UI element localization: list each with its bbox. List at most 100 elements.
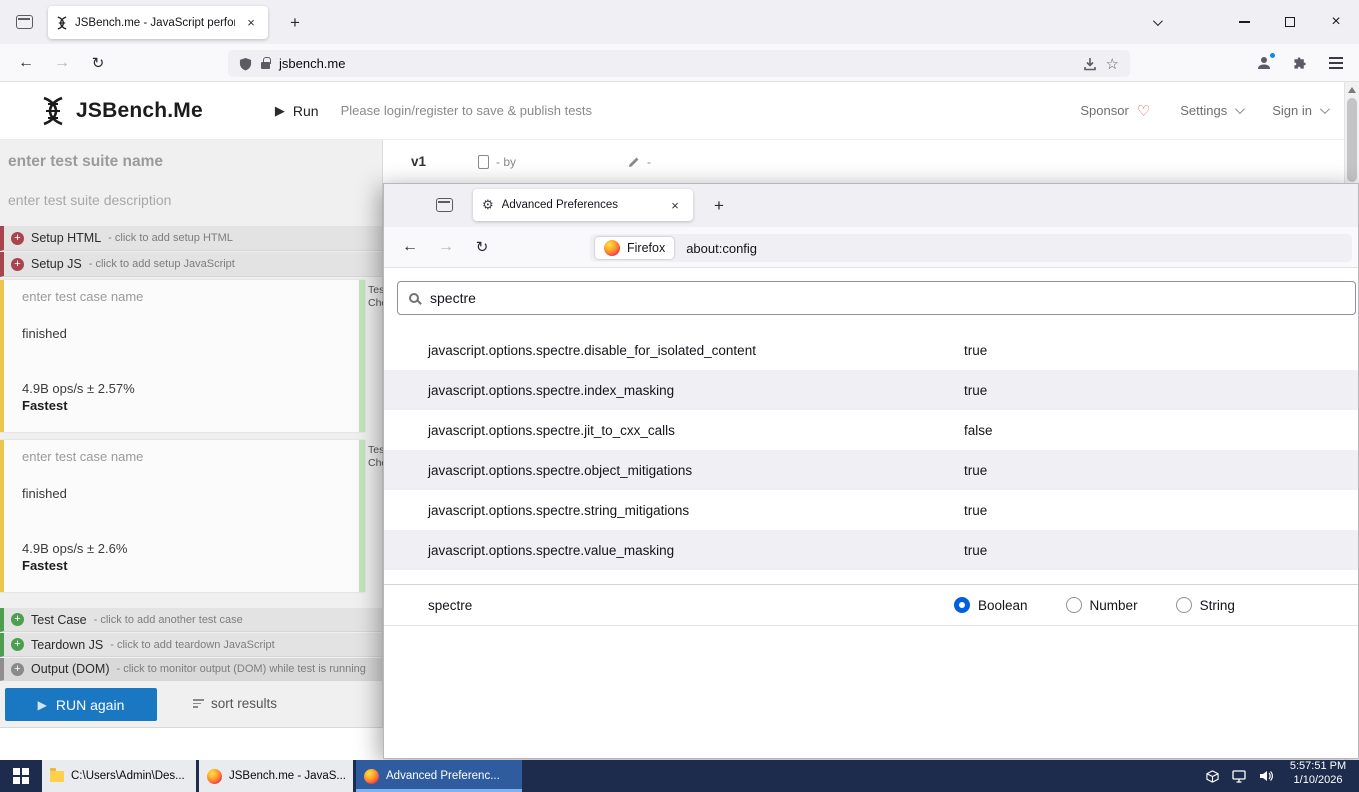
pref-row[interactable]: javascript.options.spectre.object_mitiga… (384, 450, 1358, 490)
sort-results-button[interactable]: sort results (193, 696, 277, 711)
run-again-button[interactable]: ▶ RUN again (5, 688, 157, 721)
add-icon: + (11, 613, 24, 626)
new-tab-button[interactable]: + (282, 10, 308, 36)
forward-button[interactable]: → (46, 47, 78, 79)
add-icon: + (11, 663, 24, 676)
type-option-string[interactable]: String (1176, 597, 1235, 613)
network-icon[interactable] (1232, 770, 1246, 783)
pref-name: javascript.options.spectre.index_masking (428, 383, 964, 398)
pref-row[interactable]: javascript.options.spectre.string_mitiga… (384, 490, 1358, 530)
result-strip (359, 280, 365, 432)
version-selector[interactable]: v1 (411, 154, 426, 169)
document-icon (478, 155, 489, 169)
author-label: - by (496, 155, 516, 169)
back-button[interactable]: ← (394, 231, 426, 263)
setup-html-row[interactable]: + Setup HTML - click to add setup HTML (0, 226, 382, 251)
test-case-name-field[interactable]: enter test case name (22, 289, 143, 304)
taskbar-item-jsbench[interactable]: JSBench.me - JavaS... (199, 760, 353, 792)
lock-icon (261, 62, 270, 69)
suite-description-field[interactable]: enter test suite description (8, 192, 171, 208)
desktop: JSBench.me - JavaScript perform × + × ← … (0, 0, 1359, 792)
play-icon: ▶ (38, 698, 47, 712)
firefox-view-icon[interactable] (8, 11, 40, 33)
save-page-icon[interactable] (1083, 57, 1097, 71)
reload-button[interactable]: ↻ (466, 231, 498, 263)
test-case-card[interactable]: enter test case name finished 4.9B ops/s… (0, 440, 365, 592)
search-icon (409, 293, 419, 303)
back-button[interactable]: ← (10, 47, 42, 79)
type-option-number[interactable]: Number (1066, 597, 1138, 613)
test-suite-panel: enter test suite name enter test suite d… (0, 140, 383, 728)
pref-table: javascript.options.spectre.disable_for_i… (384, 330, 1358, 570)
test-case-name-field[interactable]: enter test case name (22, 449, 143, 464)
firefox-logo-icon (604, 240, 620, 256)
radio-icon[interactable] (1176, 597, 1192, 613)
pref-row[interactable]: javascript.options.spectre.value_masking… (384, 530, 1358, 570)
extensions-icon[interactable] (1284, 47, 1316, 79)
forward-button[interactable]: → (430, 231, 462, 263)
folder-icon (50, 771, 64, 782)
url-bar[interactable]: Firefox about:config (590, 234, 1352, 262)
taskbar-clock[interactable]: 5:57:51 PM 1/10/2026 (1285, 760, 1359, 792)
shield-icon (239, 57, 252, 71)
heart-icon: ♡ (1137, 102, 1150, 120)
taskbar: C:\Users\Admin\Des... JSBench.me - JavaS… (0, 760, 1359, 792)
output-dom-row[interactable]: + Output (DOM) - click to monitor output… (0, 658, 382, 681)
tab-title: JSBench.me - JavaScript perform (75, 17, 235, 29)
pref-value: true (964, 463, 987, 478)
account-icon[interactable] (1248, 47, 1280, 79)
type-option-boolean[interactable]: Boolean (954, 597, 1028, 613)
window-minimize-button[interactable] (1221, 0, 1267, 44)
search-input[interactable] (430, 290, 1344, 306)
sponsor-link[interactable]: Sponsor ♡ (1080, 102, 1150, 120)
pref-search-box[interactable] (397, 281, 1356, 315)
settings-menu[interactable]: Settings (1180, 103, 1242, 118)
new-pref-name: spectre (428, 598, 472, 613)
sign-in-menu[interactable]: Sign in (1272, 103, 1327, 118)
scroll-up-icon[interactable] (1348, 87, 1356, 93)
firefox-logo-icon (364, 769, 379, 784)
reload-button[interactable]: ↻ (82, 47, 114, 79)
radio-checked-icon[interactable] (954, 597, 970, 613)
window-close-button[interactable]: × (1313, 0, 1359, 44)
new-tab-button[interactable]: + (706, 193, 732, 219)
config-tab-strip: ⚙ Advanced Preferences × + (384, 184, 1358, 227)
url-bar[interactable]: jsbench.me ☆ (228, 50, 1130, 77)
list-all-tabs-icon[interactable] (1138, 0, 1174, 44)
pref-row[interactable]: javascript.options.spectre.jit_to_cxx_ca… (384, 410, 1358, 450)
run-button[interactable]: ▶ Run (275, 103, 319, 119)
setup-js-row[interactable]: + Setup JS - click to add setup JavaScri… (0, 252, 382, 277)
pref-value: true (964, 543, 987, 558)
bookmark-star-icon[interactable]: ☆ (1106, 55, 1119, 73)
pref-row[interactable]: javascript.options.spectre.index_masking… (384, 370, 1358, 410)
volume-icon[interactable] (1259, 770, 1273, 782)
add-test-case-row[interactable]: + Test Case - click to add another test … (0, 608, 382, 632)
tab-advanced-preferences[interactable]: ⚙ Advanced Preferences × (473, 189, 693, 221)
test-case-card[interactable]: enter test case name finished 4.9B ops/s… (0, 280, 365, 432)
start-button[interactable] (0, 760, 42, 792)
teardown-js-row[interactable]: + Teardown JS - click to add teardown Ja… (0, 633, 382, 657)
fastest-badge: Fastest (22, 398, 68, 413)
firefox-view-icon[interactable] (428, 194, 460, 216)
result-strip (359, 440, 365, 592)
tab-jsbench[interactable]: JSBench.me - JavaScript perform × (48, 6, 268, 39)
taskbar-item-advanced-preferences[interactable]: Advanced Preferenc... (356, 760, 522, 792)
suite-name-field[interactable]: enter test suite name (8, 153, 163, 171)
tab-close-icon[interactable]: × (666, 196, 684, 214)
menu-icon[interactable] (1320, 47, 1352, 79)
identity-chip[interactable]: Firefox (595, 237, 674, 259)
taskbar-item-explorer[interactable]: C:\Users\Admin\Des... (42, 760, 196, 792)
scrollbar-thumb[interactable] (1347, 98, 1357, 182)
clock-date: 1/10/2026 (1285, 774, 1351, 788)
tab-close-icon[interactable]: × (242, 14, 260, 32)
account-notification-dot (1269, 52, 1276, 59)
test-case-status: finished (22, 486, 67, 501)
package-icon[interactable] (1206, 770, 1219, 783)
radio-icon[interactable] (1066, 597, 1082, 613)
pref-row[interactable]: javascript.options.spectre.disable_for_i… (384, 330, 1358, 370)
jsbench-favicon (56, 16, 68, 30)
pref-type-options: Boolean Number String (954, 597, 1235, 613)
jsbench-logo (40, 96, 66, 126)
jsbench-header: JSBench.Me ▶ Run Please login/register t… (0, 82, 1359, 140)
window-maximize-button[interactable] (1267, 0, 1313, 44)
